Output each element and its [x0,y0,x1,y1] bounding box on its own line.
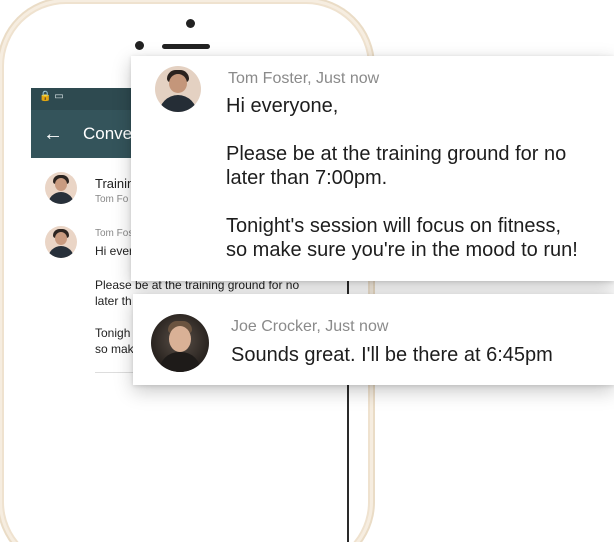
message-sender: Tom Fos [95,228,134,239]
message-line: Tonigh [95,326,131,340]
camera-icon [186,19,195,28]
conversation-title: Trainin [95,176,135,191]
message-card-joe[interactable]: Joe Crocker, Just now Sounds great. I'll… [133,294,614,385]
app-title: Conve [83,124,133,143]
sensor-icon [135,41,144,50]
card-message-text: Sounds great. I'll be there at 6:45pm [231,344,553,366]
avatar [45,172,77,204]
card-message-line: later than 7:00pm. [226,167,388,189]
message-line: so mak [95,342,134,356]
message-card-tom[interactable]: Tom Foster, Just now Hi everyone, Please… [131,56,614,281]
avatar [155,66,201,112]
card-sender: Tom Foster, Just now [228,70,380,87]
avatar [151,314,209,372]
message-line: later th [95,294,132,308]
card-message-line: Please be at the training ground for no [226,143,567,165]
arrow-left-icon[interactable]: ← [43,123,83,146]
card-message-line: Hi everyone, [226,95,339,117]
avatar [45,226,77,258]
card-message-line: so make sure you're in the mood to run! [226,239,578,261]
conversation-subtitle: Tom Fo [95,194,129,205]
message-greeting: Hi ever [95,244,134,258]
card-sender: Joe Crocker, Just now [231,318,389,335]
speaker-grille [162,44,210,49]
card-message-line: Tonight's session will focus on fitness, [226,215,562,237]
